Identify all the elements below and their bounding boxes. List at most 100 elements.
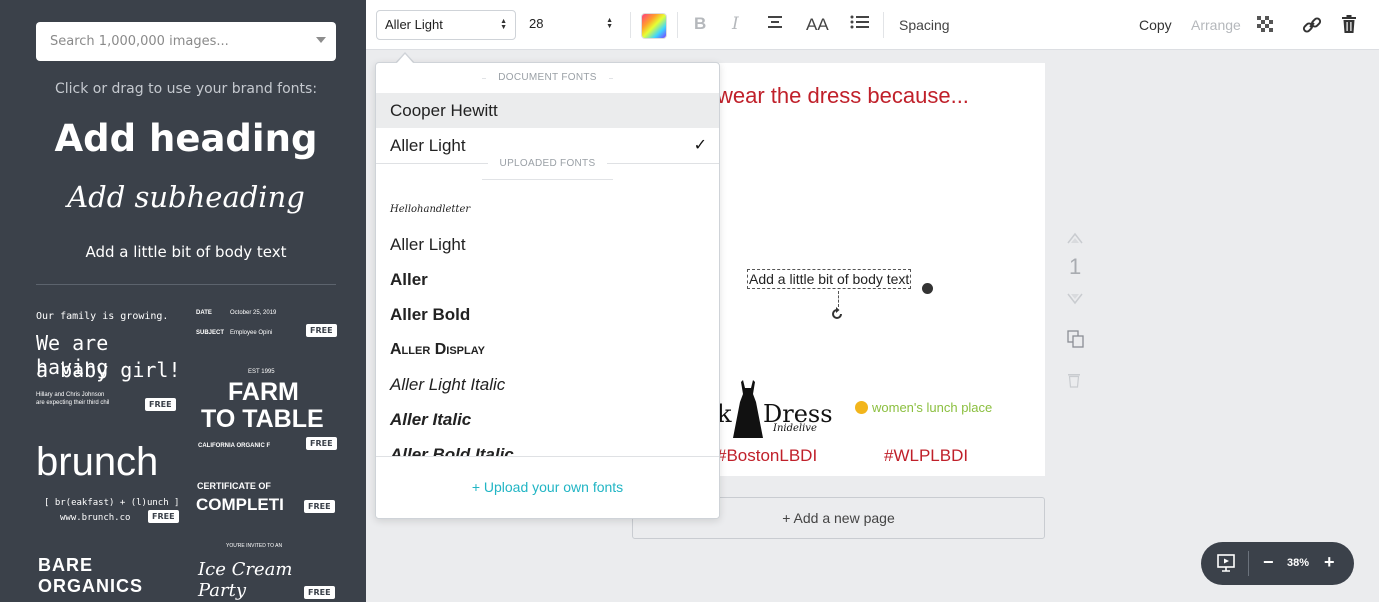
document-fonts-header: DOCUMENT FONTS (376, 63, 719, 93)
template-text: brunch (36, 440, 159, 484)
add-subheading-button[interactable]: Add subheading (0, 180, 366, 214)
font-option-aller-bold[interactable]: Aller Bold (376, 297, 719, 332)
zoom-divider (1248, 551, 1249, 576)
rotate-connector (838, 291, 839, 307)
toolbar-divider (883, 12, 884, 38)
presentation-icon[interactable] (1216, 553, 1236, 578)
dropdown-arrow-inner (396, 54, 414, 64)
template-text: Employee Opini (230, 330, 273, 336)
search-dropdown-caret-icon[interactable] (316, 37, 326, 43)
font-option-label: Hellohandletter (390, 204, 471, 215)
delete-page-icon[interactable] (1067, 372, 1081, 391)
list-icon[interactable] (850, 13, 870, 36)
font-family-select[interactable]: Aller Light ▲ ▼ (376, 10, 516, 40)
template-bare-organics[interactable]: BARE ORGANICS (36, 553, 181, 602)
font-option-aller-light-italic[interactable]: Aller Light Italic (376, 367, 719, 402)
template-text: FARM (228, 378, 299, 406)
zoom-control: − 38% + (1201, 542, 1354, 585)
bold-button[interactable]: B (694, 14, 706, 34)
link-icon[interactable] (1302, 15, 1322, 40)
hashtag-boston[interactable]: #BostonLBDI (717, 446, 817, 466)
document-fonts-label: DOCUMENT FONTS (486, 72, 609, 83)
page-up-icon[interactable] (1067, 232, 1083, 247)
font-option-aller-light[interactable]: Aller Light (376, 227, 719, 262)
template-text: CERTIFICATE OF (197, 481, 271, 491)
free-badge: FREE (145, 398, 176, 411)
updown-arrows-icon: ▲ ▼ (606, 17, 613, 30)
template-baby-announcement[interactable]: Our family is growing. We are having a b… (36, 308, 181, 418)
add-body-text-button[interactable]: Add a little bit of body text (0, 243, 366, 261)
copy-button[interactable]: Copy (1139, 17, 1172, 33)
template-text: SUBJECT (196, 330, 225, 336)
free-badge: FREE (304, 586, 335, 599)
font-option-label: Aller Light Italic (390, 375, 506, 394)
spacing-button[interactable]: Spacing (899, 17, 950, 33)
template-text: DATE (196, 310, 212, 316)
font-option-hellohandletter[interactable]: Hellohandletter (376, 192, 719, 227)
rotate-icon[interactable] (830, 307, 844, 325)
font-option-aller-italic[interactable]: Aller Italic (376, 402, 719, 437)
font-family-value: Aller Light (385, 17, 443, 32)
template-text: CALIFORNIA ORGANIC F (198, 443, 271, 449)
template-text: EST 1995 (248, 369, 275, 375)
duplicate-page-icon[interactable] (1067, 330, 1085, 351)
template-text: TO TABLE (201, 405, 324, 433)
template-certificate[interactable]: CERTIFICATE OF COMPLETI FREE (196, 478, 338, 520)
dress-logo-subtext: Inidelive (773, 423, 817, 434)
align-center-icon[interactable] (766, 13, 784, 36)
font-option-cooper-hewitt[interactable]: Cooper Hewitt (376, 93, 719, 128)
page-number: 1 (1069, 254, 1082, 279)
template-text: COMPLETI (196, 495, 284, 514)
template-memo[interactable]: DATE October 25, 2019 SUBJECT Employee O… (196, 308, 338, 342)
zoom-in-button[interactable]: + (1324, 552, 1335, 573)
template-ice-cream-party[interactable]: YOU'RE INVITED TO AN Ice Cream Party FRE… (196, 543, 338, 602)
free-badge: FREE (148, 510, 179, 523)
template-text: ORGANICS (38, 576, 144, 596)
template-text: YOU'RE INVITED TO AN (226, 543, 283, 549)
zoom-out-button[interactable]: − (1263, 552, 1274, 573)
selected-text-box[interactable]: Add a little bit of body text (747, 269, 912, 289)
template-text: a baby girl! (36, 358, 181, 382)
page-down-icon[interactable] (1067, 293, 1083, 308)
add-heading-button[interactable]: Add heading (0, 117, 366, 160)
womens-lunch-place-text: women's lunch place (872, 400, 993, 415)
font-option-label: Aller Light (390, 136, 466, 155)
sidebar: Click or drag to use your brand fonts: A… (0, 0, 366, 602)
font-option-label: Aller (390, 270, 428, 289)
template-farm-to-table[interactable]: EST 1995 FARM TO TABLE CALIFORNIA ORGANI… (196, 366, 338, 456)
template-brunch[interactable]: brunch [ br(eakfast) + (l)unch ] www.bru… (36, 440, 181, 528)
font-option-label: Aller Italic (390, 410, 472, 429)
toolbar-divider (677, 12, 678, 38)
arrange-button[interactable]: Arrange (1191, 17, 1241, 33)
resize-handle[interactable] (922, 283, 933, 294)
template-text: www.brunch.co (60, 513, 131, 523)
font-option-label: Aller Display (390, 341, 485, 358)
template-text: BARE (38, 555, 94, 575)
womens-lunch-place-logo[interactable]: women's lunch place (855, 400, 992, 415)
upload-fonts-button[interactable]: + Upload your own fonts (376, 456, 719, 518)
font-size-value: 28 (529, 16, 544, 31)
checkmark-icon: ✓ (693, 137, 707, 154)
canvas-heading-text[interactable]: wear the dress because... (717, 83, 969, 109)
image-search-input[interactable] (36, 22, 286, 61)
text-toolbar: Aller Light ▲ ▼ 28 ▲ ▼ B I AA Spacing Copy… (366, 0, 1379, 50)
text-case-button[interactable]: AA (806, 15, 829, 35)
hashtag-wlp[interactable]: #WLPLBDI (884, 446, 968, 466)
text-color-button[interactable] (641, 13, 667, 39)
font-size-select[interactable]: 28 ▲ ▼ (521, 10, 621, 40)
image-search-box[interactable] (36, 22, 336, 61)
uploaded-fonts-header: UPLOADED FONTS (376, 158, 719, 192)
italic-button[interactable]: I (732, 14, 739, 34)
free-badge: FREE (304, 500, 335, 513)
transparency-icon[interactable] (1257, 16, 1273, 37)
trash-icon[interactable] (1341, 15, 1357, 38)
font-option-label: Aller Bold (390, 305, 471, 324)
dress-icon (733, 380, 763, 438)
uploaded-fonts-label: UPLOADED FONTS (487, 158, 608, 169)
sidebar-divider (36, 284, 336, 285)
font-option-aller-display[interactable]: Aller Display (376, 332, 719, 367)
font-option-label: Aller Light (390, 235, 466, 254)
free-badge: FREE (306, 437, 337, 450)
font-option-aller[interactable]: Aller (376, 262, 719, 297)
brand-fonts-hint: Click or drag to use your brand fonts: (54, 81, 318, 97)
